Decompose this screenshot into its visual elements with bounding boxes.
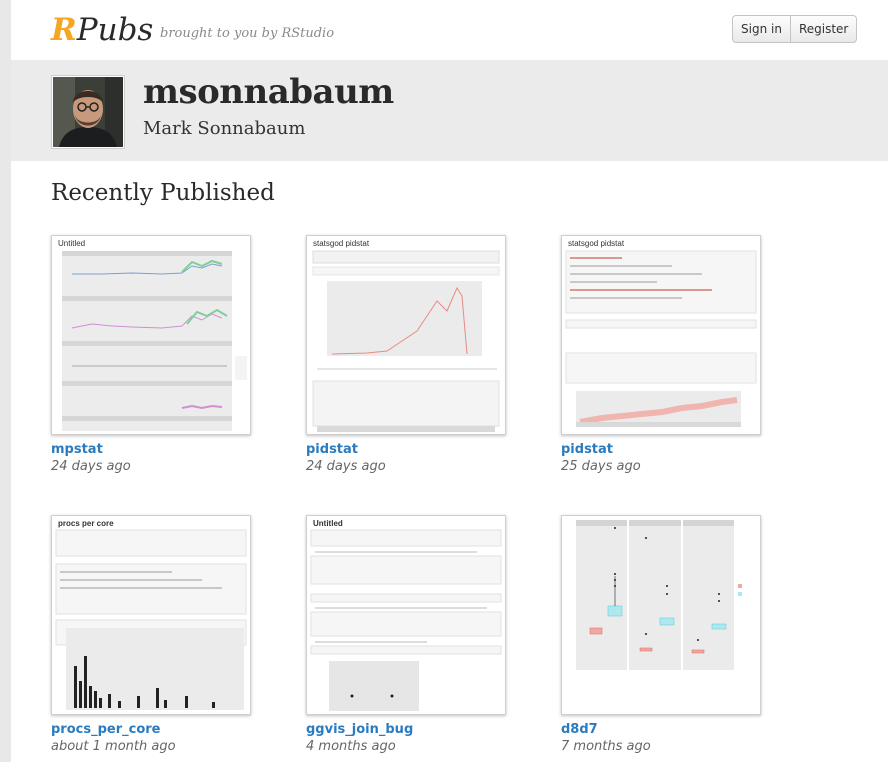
top-bar: RPubs brought to you by RStudio Sign in …	[11, 0, 888, 60]
publication-title-link[interactable]: pidstat	[306, 442, 562, 457]
publication-thumbnail[interactable]: Untitled	[306, 515, 506, 715]
sign-in-button[interactable]: Sign in	[733, 16, 790, 42]
publication-thumbnail[interactable]: Untitled	[51, 235, 251, 435]
thumbnail-preview	[565, 250, 757, 427]
thumbnail-title: procs per core	[58, 519, 114, 528]
avatar-photo	[53, 77, 123, 147]
avatar	[51, 75, 125, 149]
publication-card: statsgod pidstat pidstat 24 days ago	[306, 235, 562, 474]
profile-full-name: Mark Sonnabaum	[143, 118, 306, 139]
auth-buttons: Sign in Register	[732, 15, 858, 43]
publication-date: 25 days ago	[561, 459, 641, 474]
publication-thumbnail[interactable]: procs per core	[51, 515, 251, 715]
publication-date: 7 months ago	[561, 739, 651, 754]
publication-title-link[interactable]: pidstat	[561, 442, 817, 457]
publication-date: 24 days ago	[306, 459, 386, 474]
publication-thumbnail[interactable]: statsgod pidstat	[561, 235, 761, 435]
thumbnail-preview	[55, 529, 247, 710]
left-edge	[0, 0, 11, 762]
publication-date: 24 days ago	[51, 459, 131, 474]
thumbnail-title: Untitled	[58, 239, 86, 248]
logo-r: R	[51, 12, 77, 48]
publication-card: Untitled mpstat 24 days ago	[51, 235, 307, 474]
thumbnail-preview	[310, 529, 502, 711]
thumbnail-preview	[62, 251, 247, 431]
publication-card: statsgod pidstat pidstat 25 days ago	[561, 235, 817, 474]
thumbnail-preview	[312, 250, 500, 432]
section-title: Recently Published	[51, 180, 275, 206]
tagline: brought to you by RStudio	[160, 26, 335, 41]
register-button[interactable]: Register	[791, 16, 856, 42]
publication-title-link[interactable]: ggvis_join_bug	[306, 722, 562, 737]
publication-thumbnail[interactable]: statsgod pidstat	[306, 235, 506, 435]
publication-card: Untitled ggvis_join_bug 4 months ago	[306, 515, 562, 754]
publication-thumbnail[interactable]	[561, 515, 761, 715]
publication-title-link[interactable]: procs_per_core	[51, 722, 307, 737]
profile-band: msonnabaum Mark Sonnabaum	[11, 60, 888, 161]
thumbnail-title: statsgod pidstat	[568, 239, 625, 248]
publication-card: d8d7 7 months ago	[561, 515, 817, 754]
publication-date: about 1 month ago	[51, 739, 176, 754]
rpubs-logo[interactable]: RPubs	[51, 12, 153, 48]
publication-title-link[interactable]: d8d7	[561, 722, 817, 737]
publication-card: procs per core procs_per_core about 1 mo…	[51, 515, 307, 754]
logo-text: Pubs	[76, 12, 154, 48]
thumbnail-preview	[576, 520, 742, 670]
publication-date: 4 months ago	[306, 739, 396, 754]
thumbnail-title: statsgod pidstat	[313, 239, 370, 248]
publication-title-link[interactable]: mpstat	[51, 442, 307, 457]
profile-username: msonnabaum	[143, 72, 394, 112]
thumbnail-title: Untitled	[313, 519, 343, 528]
